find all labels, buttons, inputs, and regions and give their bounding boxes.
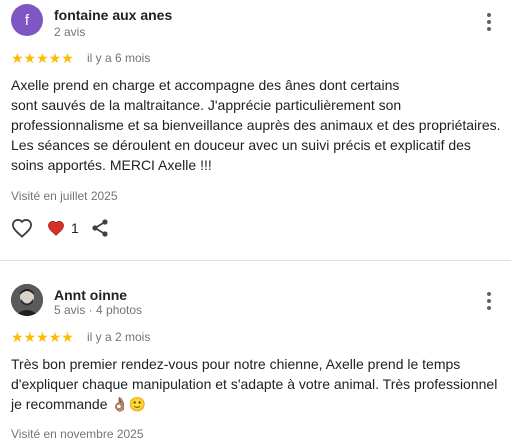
reviewer-name[interactable]: fontaine aux anes <box>54 7 172 23</box>
more-vert-icon <box>487 13 491 17</box>
star-rating: ★★★★★ <box>11 50 74 66</box>
review-text-line: professionnalisme et sa bienveillance au… <box>11 117 501 133</box>
avatar[interactable]: f <box>11 4 43 36</box>
review-text-line: d'expliquer chaque manipulation et s'ada… <box>11 376 498 392</box>
share-icon <box>92 219 108 237</box>
star-rating: ★★★★★ <box>11 329 74 345</box>
more-vert-icon <box>487 292 491 296</box>
avatar-letter: f <box>24 11 30 29</box>
review-text: Très bon premier rendez-vous pour notre … <box>11 354 503 414</box>
heart-outline-icon <box>11 218 33 238</box>
share-button[interactable] <box>91 218 109 238</box>
review-text-line: je recommande 👌🏽🙂 <box>11 396 147 412</box>
review-divider <box>0 260 511 261</box>
reviewer-meta: 5 avis · 4 photos <box>54 303 143 317</box>
avatar-photo-icon <box>11 284 43 316</box>
like-count: 1 <box>71 220 79 236</box>
reviewer-name[interactable]: Annt oinne <box>54 287 127 303</box>
review-time: il y a 6 mois <box>87 51 151 65</box>
avatar[interactable] <box>11 284 43 316</box>
visit-date: Visité en novembre 2025 <box>11 427 144 441</box>
review-text-line: Les séances se déroulent en douceur avec… <box>11 137 471 153</box>
more-options-button[interactable] <box>481 289 497 313</box>
review-text: Axelle prend en charge et accompagne des… <box>11 75 503 175</box>
review-time: il y a 2 mois <box>87 330 151 344</box>
like-button[interactable] <box>11 218 33 238</box>
review-text-line: Très bon premier rendez-vous pour notre … <box>11 356 461 372</box>
reaction-count[interactable]: 1 <box>47 220 79 236</box>
review-actions: 1 <box>11 217 109 239</box>
more-options-button[interactable] <box>481 10 497 34</box>
visit-date: Visité en juillet 2025 <box>11 189 118 203</box>
review-text-line: soins apportés. MERCI Axelle !!! <box>11 157 212 173</box>
review-text-line: Axelle prend en charge et accompagne des… <box>11 77 400 93</box>
heart-filled-icon <box>48 221 64 236</box>
review-text-line: sont sauvés de la maltraitance. J'appréc… <box>11 97 402 113</box>
reviewer-meta: 2 avis <box>54 25 86 39</box>
